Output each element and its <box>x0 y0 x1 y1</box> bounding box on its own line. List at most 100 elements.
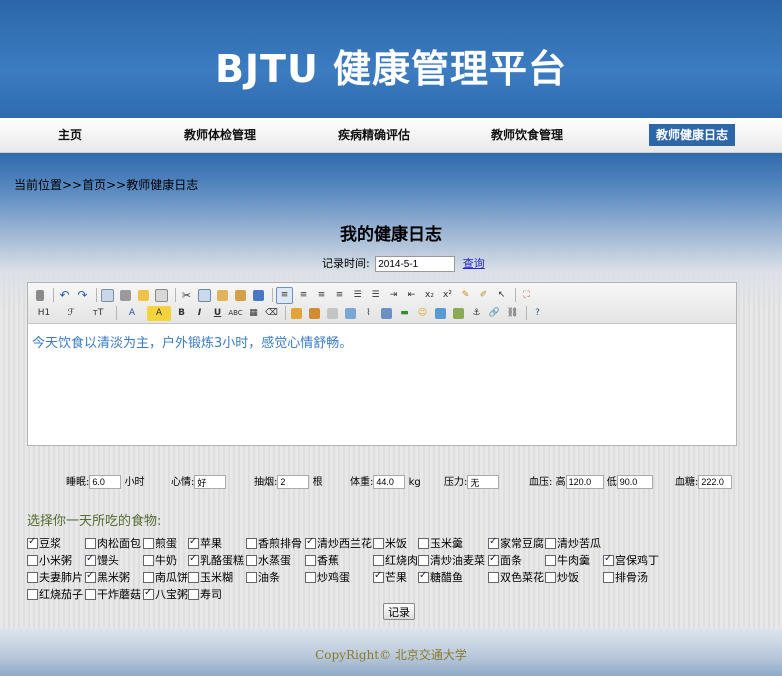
editor-content[interactable]: 今天饮食以清淡为主，户外锻炼3小时，感觉心情舒畅。 <box>28 324 736 359</box>
food-item[interactable]: 炒饭 <box>545 569 579 585</box>
food-item[interactable]: 红烧肉 <box>373 552 418 568</box>
food-checkbox[interactable] <box>85 588 96 600</box>
food-checkbox[interactable] <box>545 554 556 566</box>
food-checkbox[interactable] <box>85 537 96 549</box>
food-item[interactable]: 八宝粥 <box>143 586 188 602</box>
table-border-icon[interactable]: ▦ <box>246 306 261 321</box>
anchor-icon[interactable]: ⚓ <box>469 306 484 321</box>
food-item[interactable]: 双色菜花 <box>488 569 544 585</box>
food-checkbox[interactable] <box>418 537 429 549</box>
print-icon[interactable] <box>118 288 133 303</box>
food-checkbox[interactable] <box>488 571 499 583</box>
help-icon[interactable]: ? <box>530 306 545 321</box>
emoticon-icon[interactable]: ☺ <box>415 306 430 321</box>
food-checkbox[interactable] <box>27 588 38 600</box>
food-item[interactable]: 夫妻肺片 <box>27 569 83 585</box>
food-item[interactable]: 宫保鸡丁 <box>603 552 659 568</box>
link-icon[interactable]: 🔗 <box>487 306 502 321</box>
font-size-icon[interactable]: тT <box>86 306 110 321</box>
template-icon[interactable] <box>136 288 151 303</box>
food-item[interactable]: 寿司 <box>188 586 222 602</box>
food-checkbox[interactable] <box>305 536 316 549</box>
flash-icon[interactable] <box>325 306 340 321</box>
food-checkbox[interactable] <box>603 571 614 583</box>
font-family-icon[interactable]: ℱ <box>59 306 83 321</box>
food-item[interactable]: 水蒸蛋 <box>246 552 291 568</box>
food-checkbox[interactable] <box>545 571 556 583</box>
food-item[interactable]: 香蕉 <box>305 552 339 568</box>
food-checkbox[interactable] <box>188 536 199 549</box>
cut-icon[interactable]: ✂ <box>179 288 194 303</box>
nav-item-health-log[interactable]: 教师健康日志 <box>649 124 736 146</box>
indent-icon[interactable]: ⇥ <box>386 288 401 303</box>
align-left-icon[interactable]: ≡ <box>276 286 293 304</box>
table-icon[interactable] <box>379 306 394 321</box>
food-item[interactable]: 玉米糊 <box>188 569 233 585</box>
food-checkbox[interactable] <box>246 571 257 583</box>
food-item[interactable]: 香煎排骨 <box>246 535 302 551</box>
food-item[interactable]: 黑米粥 <box>85 569 130 585</box>
food-item[interactable]: 炒鸡蛋 <box>305 569 350 585</box>
food-checkbox[interactable] <box>143 587 154 600</box>
fullscreen-icon[interactable]: ⛶ <box>519 288 534 303</box>
align-justify-icon[interactable]: ≡ <box>332 288 347 303</box>
food-checkbox[interactable] <box>188 571 199 583</box>
food-item[interactable]: 糖醋鱼 <box>418 569 463 585</box>
image-icon[interactable] <box>289 306 304 321</box>
copy-icon[interactable] <box>197 288 212 303</box>
food-item[interactable]: 面条 <box>488 552 522 568</box>
food-checkbox[interactable] <box>188 588 199 600</box>
food-checkbox[interactable] <box>305 571 316 583</box>
query-link[interactable]: 查询 <box>463 257 485 270</box>
bp-high-input[interactable] <box>565 475 604 489</box>
page-break-icon[interactable] <box>451 306 466 321</box>
media-icon[interactable] <box>343 306 358 321</box>
align-right-icon[interactable]: ≡ <box>314 288 329 303</box>
clear-format-icon[interactable]: ✎ <box>458 288 473 303</box>
food-checkbox[interactable] <box>27 536 38 549</box>
blood-sugar-input[interactable] <box>698 475 733 489</box>
food-checkbox[interactable] <box>418 570 429 583</box>
bp-low-input[interactable] <box>616 475 653 489</box>
food-item[interactable]: 油条 <box>246 569 280 585</box>
food-item[interactable]: 肉松面包 <box>85 535 141 551</box>
paste-word-icon[interactable] <box>251 288 266 303</box>
nav-item-diet[interactable]: 教师饮食管理 <box>491 124 563 146</box>
paste-text-icon[interactable] <box>233 288 248 303</box>
food-checkbox[interactable] <box>488 536 499 549</box>
food-checkbox[interactable] <box>143 571 154 583</box>
pressure-input[interactable] <box>467 475 500 489</box>
food-item[interactable]: 乳酪蛋糕 <box>188 552 244 568</box>
food-checkbox[interactable] <box>373 537 384 549</box>
superscript-icon[interactable]: x² <box>440 288 455 303</box>
nav-item-checkup[interactable]: 教师体检管理 <box>184 124 256 146</box>
highlight-color-icon[interactable]: A <box>147 305 171 321</box>
align-center-icon[interactable]: ≡ <box>296 288 311 303</box>
bold-icon[interactable]: B <box>174 306 189 321</box>
attachment-icon[interactable]: ⌇ <box>361 306 376 321</box>
food-item[interactable]: 清炒西兰花 <box>305 535 372 551</box>
map-icon[interactable] <box>433 306 448 321</box>
eraser-icon[interactable]: ⌫ <box>264 306 279 321</box>
food-item[interactable]: 排骨汤 <box>603 569 648 585</box>
food-checkbox[interactable] <box>373 570 384 583</box>
horizontal-line-icon[interactable]: ▬ <box>397 306 412 321</box>
food-checkbox[interactable] <box>305 554 316 566</box>
food-item[interactable]: 玉米羹 <box>418 535 463 551</box>
undo-icon[interactable]: ↶ <box>57 288 72 303</box>
food-checkbox[interactable] <box>373 554 384 566</box>
food-item[interactable]: 牛奶 <box>143 552 177 568</box>
food-checkbox[interactable] <box>488 553 499 566</box>
preview-icon[interactable] <box>100 288 115 303</box>
food-item[interactable]: 芒果 <box>373 569 407 585</box>
code-icon[interactable] <box>154 288 169 303</box>
food-item[interactable]: 牛肉羹 <box>545 552 590 568</box>
select-all-icon[interactable]: ↖ <box>494 288 509 303</box>
food-item[interactable]: 红烧茄子 <box>27 586 83 602</box>
food-item[interactable]: 小米粥 <box>27 552 72 568</box>
outdent-icon[interactable]: ⇤ <box>404 288 419 303</box>
italic-icon[interactable]: I <box>192 306 207 321</box>
strikethrough-icon[interactable]: ABC <box>228 306 243 321</box>
weight-input[interactable] <box>373 475 406 489</box>
food-checkbox[interactable] <box>27 571 38 583</box>
